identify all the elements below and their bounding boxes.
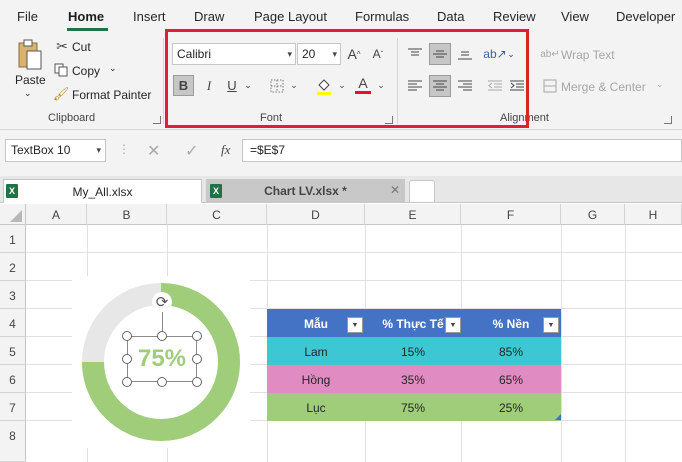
paste-button[interactable]: Paste [15,73,46,87]
column-header-h[interactable]: H [625,204,682,225]
tab-developer[interactable]: Developer [616,9,675,24]
resize-handle[interactable] [122,377,132,387]
tab-file[interactable]: File [17,9,38,24]
tab-review[interactable]: Review [493,9,536,24]
name-box-dropdown-icon: ▾ [96,145,101,155]
table-cell[interactable]: 85% [461,337,561,365]
tab-home[interactable]: Home [68,9,104,24]
close-tab-icon[interactable]: ✕ [390,183,400,197]
name-box[interactable]: TextBox 10 ▾ [5,139,106,162]
merge-center-dropdown-icon[interactable]: ⌄ [656,79,664,90]
table-cell[interactable]: 65% [461,365,561,393]
format-painter-icon[interactable]: 🖌 [53,86,70,102]
table-cell[interactable]: Hồng [267,365,365,393]
cut-icon[interactable]: ✂ [54,38,70,54]
column-header-b[interactable]: B [87,204,167,225]
filter-dropdown-icon[interactable]: ▼ [543,317,559,333]
column-header-g[interactable]: G [561,204,625,225]
row-header-6[interactable]: 6 [0,365,26,393]
column-header-d[interactable]: D [267,204,365,225]
table-cell[interactable]: 35% [365,365,461,393]
formula-input[interactable]: =$E$7 [242,139,682,162]
filter-dropdown-icon[interactable]: ▼ [445,317,461,333]
gridline [625,225,626,462]
copy-icon[interactable] [53,62,69,78]
paste-dropdown-icon[interactable]: ⌄ [24,88,32,99]
table-cell[interactable]: 75% [365,393,461,421]
table-cell[interactable]: 25% [461,393,561,421]
format-painter-button[interactable]: Format Painter [72,88,151,102]
row-header-8[interactable]: 8 [0,421,26,462]
merge-center-button[interactable]: Merge & Center [561,80,646,94]
formula-bar-grip-icon: ⋮ [118,142,130,156]
row-header-1[interactable]: 1 [0,225,26,253]
column-header-f[interactable]: F [461,204,561,225]
column-header-a[interactable]: A [26,204,87,225]
insert-function-button[interactable]: fx [221,142,230,158]
merge-center-icon[interactable] [541,77,559,95]
tab-formulas[interactable]: Formulas [355,9,409,24]
paste-icon[interactable] [14,38,44,72]
row-header-5[interactable]: 5 [0,337,26,365]
tab-page-layout[interactable]: Page Layout [254,9,327,24]
resize-handle[interactable] [192,377,202,387]
alignment-launcher-icon[interactable] [664,116,672,124]
gridline [26,252,682,253]
row-header-7[interactable]: 7 [0,393,26,421]
enter-icon[interactable]: ✓ [185,141,198,161]
table-cell[interactable]: Lam [267,337,365,365]
copy-dropdown-icon[interactable]: ⌄ [109,63,117,74]
new-tab-button[interactable] [409,180,435,203]
column-header-e[interactable]: E [365,204,461,225]
tab-draw[interactable]: Draw [194,9,224,24]
row-header-2[interactable]: 2 [0,253,26,281]
clipboard-group-label: Clipboard [48,112,96,124]
resize-handle[interactable] [157,331,167,341]
cut-button[interactable]: Cut [72,40,91,54]
resize-handle[interactable] [157,377,167,387]
wrap-text-icon[interactable]: ab↵ [540,45,560,63]
excel-file-icon: X [210,184,222,198]
workbook-tab-chart-lv[interactable]: Chart LV.xlsx * [206,179,405,203]
wrap-text-button[interactable]: Wrap Text [561,48,615,62]
row-header-3[interactable]: 3 [0,281,26,309]
gridline [561,225,562,462]
group-divider [163,38,164,124]
menu-bar: File Home Insert Draw Page Layout Formul… [0,0,682,32]
resize-handle[interactable] [122,354,132,364]
active-tab-indicator [67,28,108,31]
resize-handle[interactable] [192,331,202,341]
tab-insert[interactable]: Insert [133,9,166,24]
percent-label: 75% [137,345,187,372]
table-cell[interactable]: 15% [365,337,461,365]
tab-data[interactable]: Data [437,9,464,24]
resize-handle[interactable] [122,331,132,341]
filter-dropdown-icon[interactable]: ▼ [347,317,363,333]
clipboard-launcher-icon[interactable] [153,116,161,124]
table-resize-handle[interactable] [555,414,561,420]
workbook-tab-my-all[interactable]: My_All.xlsx [3,179,202,203]
resize-handle[interactable] [192,354,202,364]
select-all-corner[interactable] [0,204,26,225]
row-header-4[interactable]: 4 [0,309,26,337]
tab-view[interactable]: View [561,9,589,24]
copy-button[interactable]: Copy [72,64,100,78]
rotate-handle-icon[interactable]: ⟳ [152,292,172,312]
table-cell[interactable]: Lục [267,393,365,421]
highlight-box [165,29,529,128]
cancel-icon[interactable]: ✕ [147,141,160,161]
excel-file-icon: X [6,184,18,198]
column-header-c[interactable]: C [167,204,267,225]
